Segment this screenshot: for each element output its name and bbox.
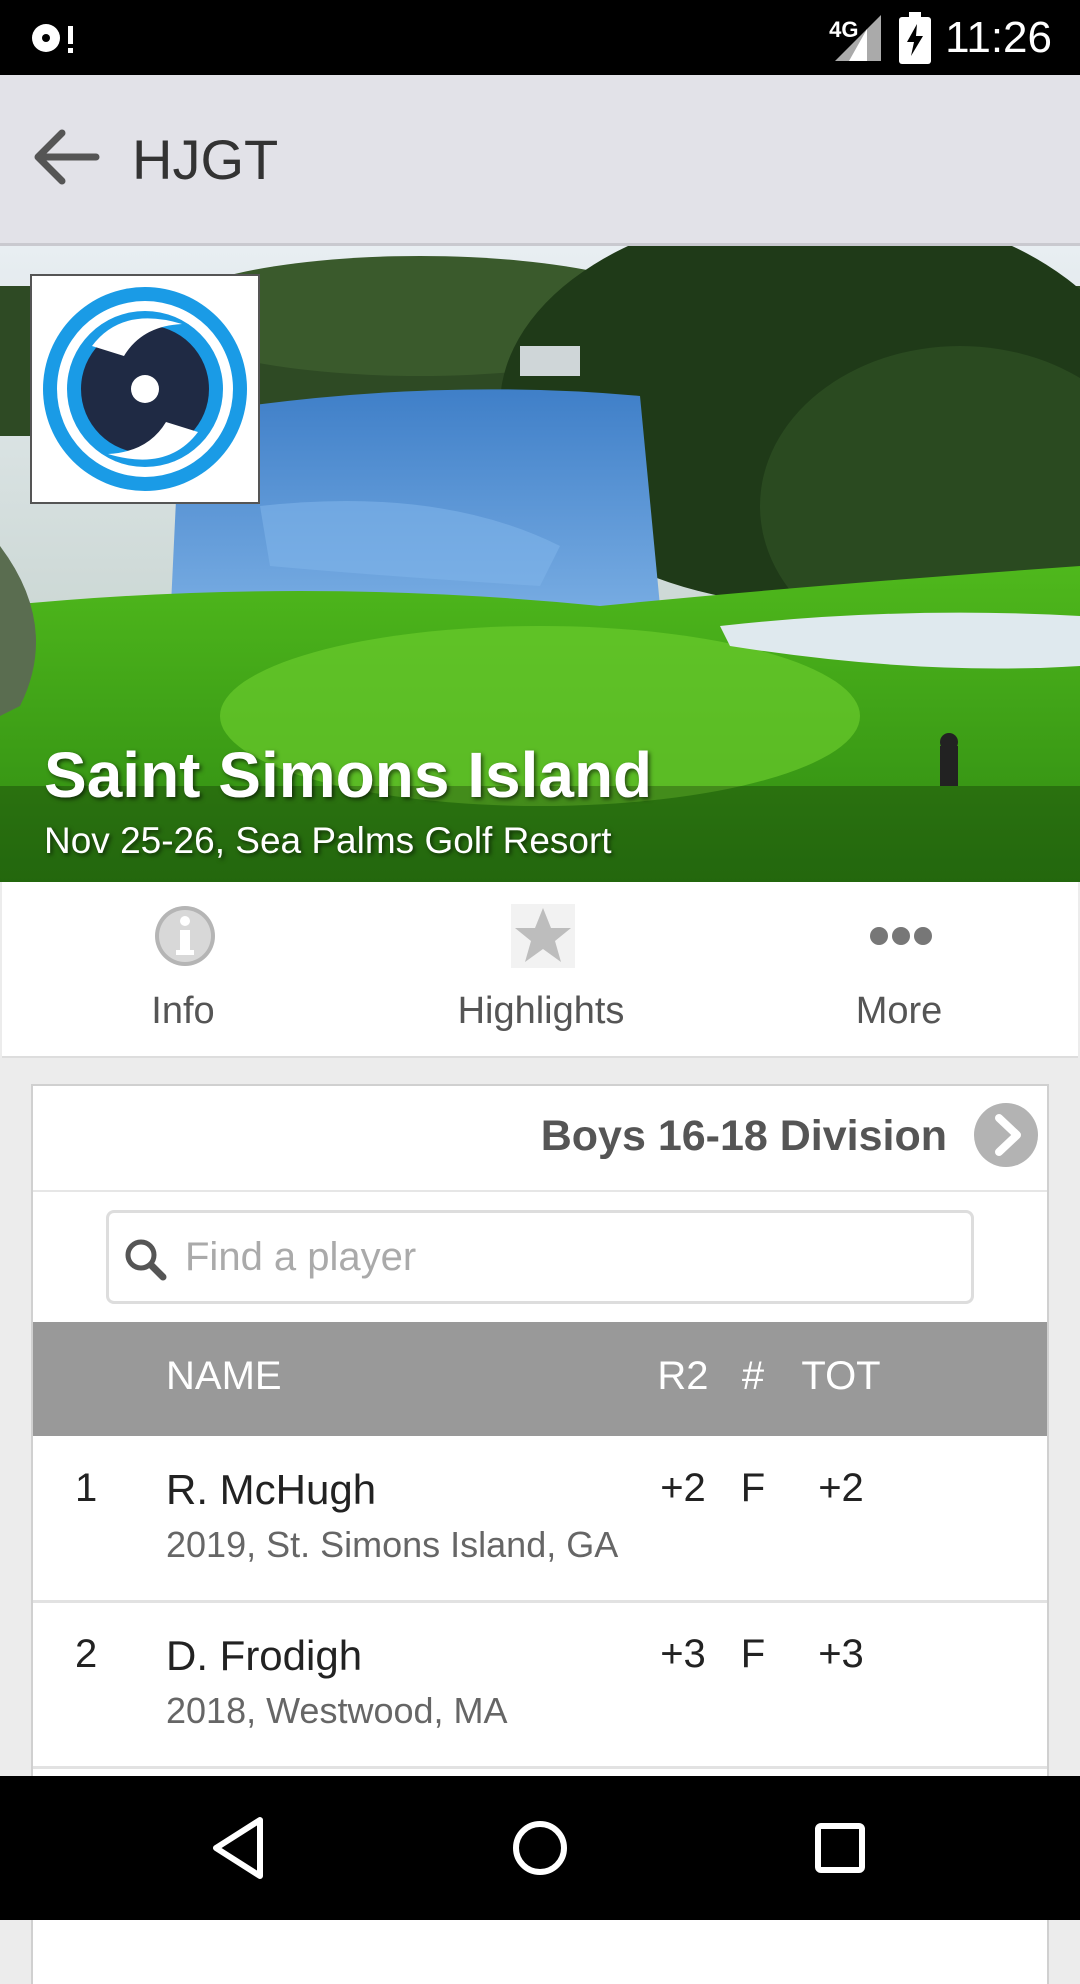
player-search-box[interactable] <box>106 1210 974 1304</box>
signal-icon: 4G <box>829 13 885 63</box>
event-title: Saint Simons Island <box>44 739 653 811</box>
chevron-right-icon <box>974 1103 1038 1167</box>
star-icon <box>511 904 575 968</box>
more-dots-icon <box>870 927 932 945</box>
network-type-label: 4G <box>829 17 859 42</box>
leaderboard-header: NAME R2 # TOT <box>33 1322 1047 1436</box>
division-selector[interactable]: Boys 16-18 Division <box>33 1086 1047 1192</box>
tab-more[interactable]: More <box>774 882 1024 1056</box>
total-score: +3 <box>818 1632 864 1676</box>
column-header-thru: # <box>741 1354 765 1398</box>
tab-info-label: Info <box>151 990 215 1032</box>
round-score: +3 <box>660 1632 706 1676</box>
search-input[interactable] <box>183 1223 947 1291</box>
thru-hole: F <box>740 1632 766 1676</box>
event-tabs: Info Highlights More <box>2 882 1078 1058</box>
tab-highlights[interactable]: Highlights <box>416 882 666 1056</box>
battery-charging-icon <box>899 12 932 64</box>
nav-back-icon[interactable] <box>200 1808 280 1888</box>
system-nav-bar <box>0 1776 1080 1920</box>
thru-hole: F <box>740 1466 766 1510</box>
back-arrow-icon[interactable] <box>26 117 106 197</box>
nav-home-icon[interactable] <box>500 1808 580 1888</box>
table-row[interactable]: 2 D. Frodigh 2018, Westwood, MA +3 F +3 <box>33 1602 1047 1769</box>
tournament-logo <box>30 274 260 504</box>
column-header-total: TOT <box>801 1354 881 1398</box>
table-row[interactable]: 1 R. McHugh 2019, St. Simons Island, GA … <box>33 1436 1047 1603</box>
division-label: Boys 16-18 Division <box>540 1112 947 1160</box>
tab-info[interactable]: Info <box>58 882 308 1056</box>
event-subtitle: Nov 25-26, Sea Palms Golf Resort <box>44 820 612 861</box>
notification-icon <box>32 24 73 53</box>
tab-more-label: More <box>855 990 943 1032</box>
player-info: 2018, Westwood, MA <box>166 1690 508 1731</box>
tab-highlights-label: Highlights <box>457 990 625 1032</box>
row-position: 1 <box>75 1466 98 1510</box>
player-info: 2019, St. Simons Island, GA <box>166 1524 619 1565</box>
info-icon <box>155 906 215 966</box>
column-header-name: NAME <box>166 1354 282 1398</box>
player-name: R. McHugh <box>166 1466 377 1513</box>
row-position: 2 <box>75 1632 98 1676</box>
app-bar: HJGT <box>0 75 1080 246</box>
total-score: +2 <box>818 1466 864 1510</box>
clock: 11:26 <box>945 13 1052 62</box>
search-icon <box>125 1239 167 1281</box>
player-name: D. Frodigh <box>166 1632 363 1679</box>
status-bar: 4G 11:26 <box>0 0 1080 75</box>
nav-recents-icon[interactable] <box>800 1808 880 1888</box>
column-header-round: R2 <box>657 1354 709 1398</box>
round-score: +2 <box>660 1466 706 1510</box>
hjgt-logo-icon <box>43 287 247 491</box>
app-title: HJGT <box>132 128 279 191</box>
